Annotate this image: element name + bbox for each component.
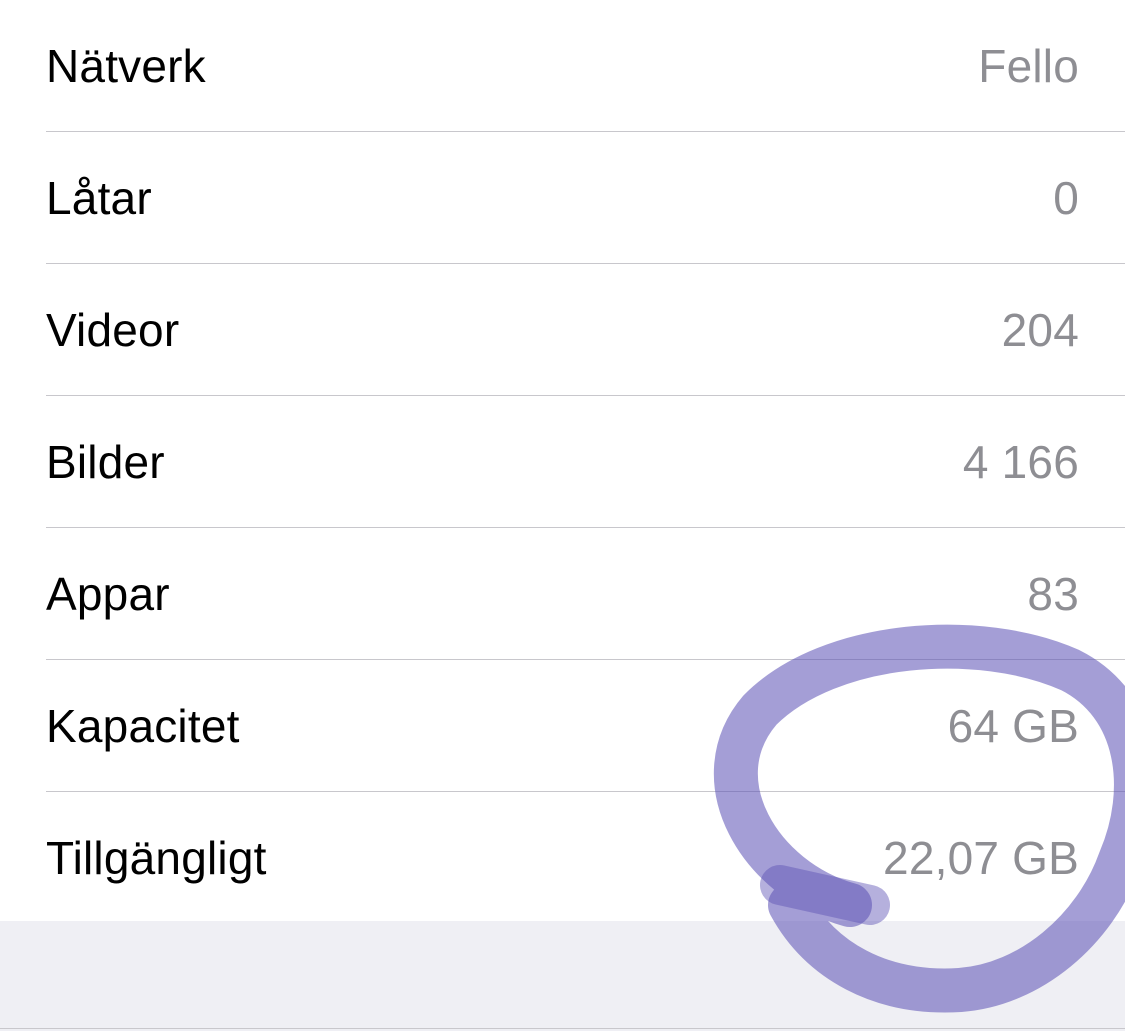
apps-value: 83 [1027, 568, 1079, 620]
available-value: 22,07 GB [883, 832, 1079, 884]
songs-value: 0 [1053, 172, 1079, 224]
row-photos: Bilder 4 166 [0, 396, 1125, 528]
row-videos: Videor 204 [0, 264, 1125, 396]
row-capacity: Kapacitet 64 GB [0, 660, 1125, 792]
network-value: Fello [978, 40, 1079, 92]
photos-label: Bilder [46, 436, 165, 488]
apps-label: Appar [46, 568, 170, 620]
capacity-label: Kapacitet [46, 700, 240, 752]
videos-value: 204 [1001, 304, 1079, 356]
songs-label: Låtar [46, 172, 152, 224]
available-label: Tillgängligt [46, 832, 267, 884]
row-available: Tillgängligt 22,07 GB [0, 792, 1125, 924]
grouped-section-footer [0, 921, 1125, 1031]
videos-label: Videor [46, 304, 180, 356]
row-apps: Appar 83 [0, 528, 1125, 660]
photos-value: 4 166 [962, 436, 1079, 488]
capacity-value: 64 GB [947, 700, 1079, 752]
row-network: Nätverk Fello [0, 0, 1125, 132]
row-songs: Låtar 0 [0, 132, 1125, 264]
network-label: Nätverk [46, 40, 206, 92]
about-info-list: Nätverk Fello Låtar 0 Videor 204 Bilder … [0, 0, 1125, 924]
